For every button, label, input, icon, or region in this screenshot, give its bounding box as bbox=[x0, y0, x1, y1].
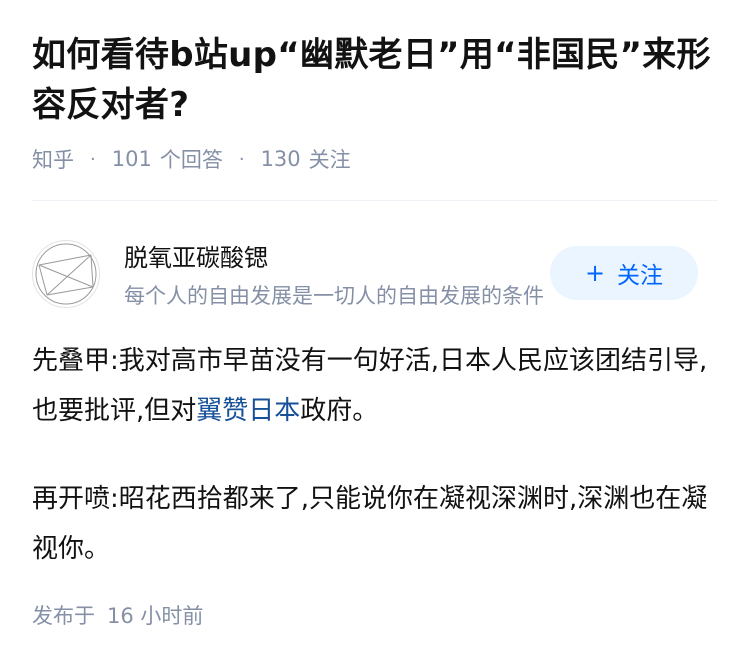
followers-count: 130 bbox=[260, 147, 301, 171]
meta-separator: · bbox=[238, 148, 245, 170]
question-header: 如何看待b站up“幽默老日”用“非国民”来形容反对者? 知乎 · 101 个回答… bbox=[0, 0, 750, 201]
question-meta: 知乎 · 101 个回答 · 130 关注 bbox=[32, 144, 718, 174]
answers-label[interactable]: 个回答 bbox=[160, 144, 223, 174]
answer-paragraph: 先叠甲:我对高市早苗没有一句好活,日本人民应该团结引导,也要批评,但对翼赞日本政… bbox=[32, 336, 712, 436]
question-title[interactable]: 如何看待b站up“幽默老日”用“非国民”来形容反对者? bbox=[32, 30, 718, 130]
source-label[interactable]: 知乎 bbox=[32, 144, 74, 174]
plus-icon: + bbox=[584, 259, 606, 287]
answers-count: 101 bbox=[111, 147, 152, 171]
answer-paragraph: 再开喷:昭花西拾都来了,只能说你在凝视深渊时,深渊也在凝视你。 bbox=[32, 484, 708, 564]
author-bio: 每个人的自由发展是一切人的自由发展的条件 bbox=[124, 284, 544, 308]
author-name[interactable]: 脱氧亚碳酸锶 bbox=[124, 238, 268, 273]
follow-label: 关注 bbox=[617, 263, 664, 289]
header-divider bbox=[32, 200, 718, 201]
follow-button[interactable]: + 关注 bbox=[550, 246, 698, 300]
author-card: 脱氧亚碳酸锶 每个人的自由发展是一切人的自由发展的条件 + 关注 bbox=[32, 236, 698, 308]
avatar[interactable] bbox=[32, 240, 100, 308]
published-label: 发布于 bbox=[32, 604, 95, 628]
meta-separator: · bbox=[90, 148, 96, 170]
geometric-avatar-icon bbox=[35, 243, 97, 305]
answer-footer: 发布于 16 小时前 bbox=[32, 600, 203, 630]
topic-link[interactable]: 翼赞日本 bbox=[196, 396, 300, 426]
answer-text: 政府。 bbox=[300, 396, 379, 426]
followers-label[interactable]: 关注 bbox=[309, 144, 351, 174]
answer-content: 先叠甲:我对高市早苗没有一句好活,日本人民应该团结引导,也要批评,但对翼赞日本政… bbox=[32, 336, 712, 612]
published-time: 16 小时前 bbox=[107, 604, 204, 628]
